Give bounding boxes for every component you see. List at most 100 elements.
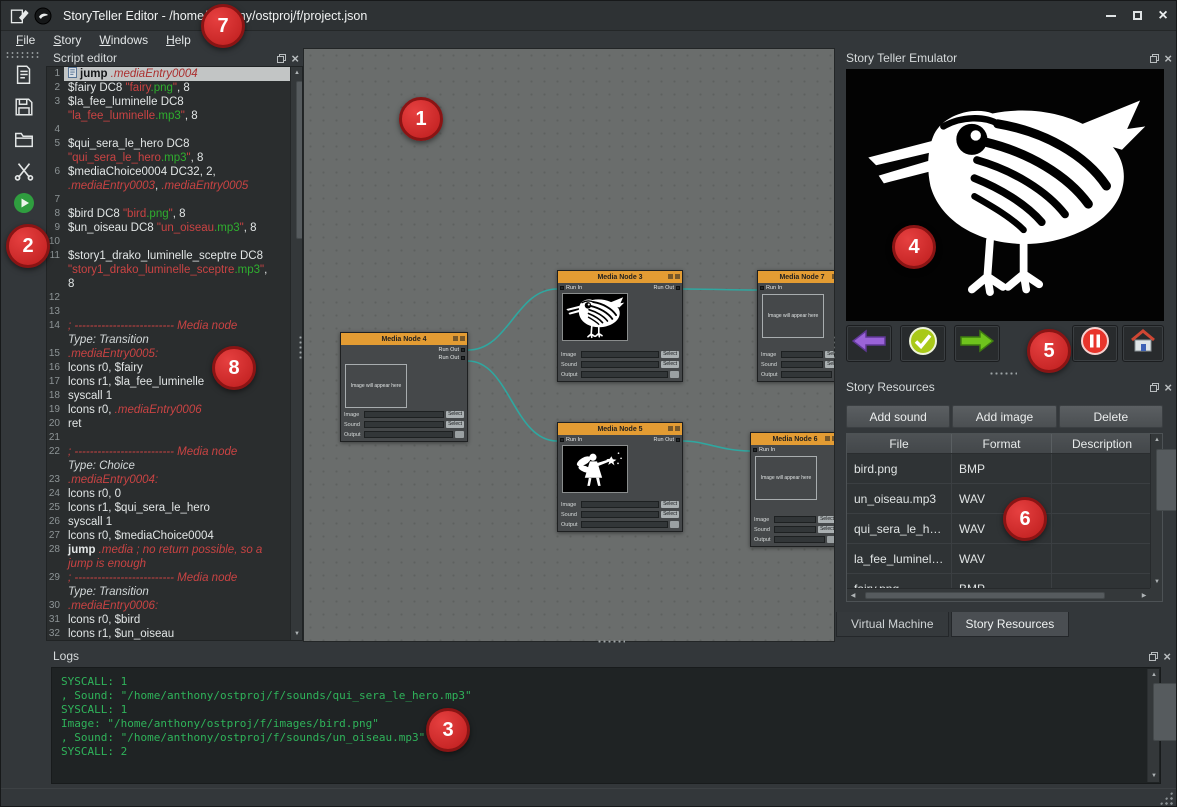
code-line[interactable]: lcons r0, $fairy — [64, 361, 302, 375]
delete-button[interactable]: Delete — [1059, 405, 1163, 428]
code-line[interactable]: lcons r1, $qui_sera_le_hero — [64, 501, 302, 515]
script-editor-undock-icon[interactable] — [277, 54, 286, 63]
scroll-left-icon[interactable]: ◀ — [847, 589, 859, 601]
table-row[interactable]: bird.pngBMP — [847, 454, 1162, 484]
table-row[interactable]: la_fee_luminelle.mp3WAV — [847, 544, 1162, 574]
code-line[interactable] — [64, 123, 302, 137]
code-line[interactable]: .mediaEntry0006: — [64, 599, 302, 613]
splitter-grip[interactable] — [989, 371, 1017, 377]
code-line[interactable]: .mediaEntry0003, .mediaEntry0005 — [64, 179, 302, 193]
emulator-undock-icon[interactable] — [1150, 54, 1159, 63]
column-header-file[interactable]: File — [847, 434, 952, 453]
node-header[interactable]: Media Node 4 — [341, 333, 467, 345]
code-line[interactable]: jump .media ; no return possible, so a — [64, 543, 302, 557]
node-select-button[interactable]: Select — [825, 361, 835, 368]
minimize-button[interactable] — [1098, 1, 1124, 30]
script-editor-panel-titlebar[interactable]: Script editor × — [53, 50, 299, 66]
node-select-button[interactable]: Select — [446, 421, 464, 428]
code-line[interactable] — [64, 235, 302, 249]
code-line[interactable]: $fairy DC8 "fairy.png", 8 — [64, 81, 302, 95]
code-line[interactable]: lcons r0, $mediaChoice0004 — [64, 529, 302, 543]
code-line[interactable]: ; -------------------------- Media node — [64, 571, 302, 585]
code-line[interactable]: Type: Transition — [64, 333, 302, 347]
menu-file[interactable]: File — [7, 31, 44, 48]
code-line[interactable]: $la_fee_luminelle DC8 — [64, 95, 302, 109]
code-line[interactable]: "qui_sera_le_hero.mp3", 8 — [64, 151, 302, 165]
toolbar-new-script-button[interactable] — [9, 63, 39, 91]
resources-undock-icon[interactable] — [1150, 383, 1159, 392]
node-header[interactable]: Media Node 5 — [558, 423, 682, 435]
code-line[interactable]: 8 — [64, 277, 302, 291]
logs-panel-titlebar[interactable]: Logs × — [53, 648, 1171, 664]
scroll-down-icon[interactable]: ▼ — [1148, 770, 1160, 782]
node-select-button[interactable]: Select — [661, 511, 679, 518]
code-area[interactable]: jump .mediaEntry0004$fairy DC8 "fairy.pn… — [64, 67, 302, 640]
logs-scrollbar[interactable]: ▲ ▼ — [1147, 669, 1159, 782]
scroll-up-icon[interactable]: ▲ — [291, 67, 303, 79]
code-line[interactable]: syscall 1 — [64, 389, 302, 403]
node-select-button[interactable]: Select — [661, 361, 679, 368]
node-select-button[interactable]: Select — [661, 501, 679, 508]
node-output-icon[interactable] — [827, 536, 835, 543]
add-image-button[interactable]: Add image — [952, 405, 1056, 428]
code-line[interactable]: syscall 1 — [64, 515, 302, 529]
code-editor[interactable]: 1234567891011121314151617181920212223242… — [46, 66, 303, 641]
column-header-format[interactable]: Format — [952, 434, 1052, 453]
tab-story-resources[interactable]: Story Resources — [951, 612, 1070, 637]
toolbar-save-button[interactable] — [9, 95, 39, 123]
port-run-in[interactable]: Run In — [760, 284, 782, 292]
code-line[interactable]: lcons r0, $bird — [64, 613, 302, 627]
node-media-node-4[interactable]: Media Node 4Run OutRun OutImage will app… — [340, 332, 468, 442]
node-media-node-6[interactable]: Media Node 6Run InImage will appear here… — [750, 432, 835, 547]
close-button[interactable]: × — [1150, 1, 1176, 30]
code-line[interactable]: "story1_drako_luminelle_sceptre.mp3", — [64, 263, 302, 277]
script-editor-close-icon[interactable]: × — [291, 52, 299, 65]
port-run-out[interactable]: Run Out — [654, 436, 680, 444]
code-line[interactable]: $un_oiseau DC8 "un_oiseau.mp3", 8 — [64, 221, 302, 235]
logs-undock-icon[interactable] — [1149, 652, 1158, 661]
scrollbar-thumb[interactable] — [1153, 683, 1177, 741]
node-select-button[interactable]: Select — [825, 351, 835, 358]
code-line[interactable]: ret — [64, 417, 302, 431]
scroll-right-icon[interactable]: ▶ — [1138, 589, 1150, 601]
toolbar-grip[interactable] — [5, 51, 41, 58]
table-horizontal-scrollbar[interactable]: ◀ ▶ — [847, 588, 1150, 601]
node-graph-canvas[interactable]: Media Node 4Run OutRun OutImage will app… — [303, 48, 835, 642]
emulator-ok-button[interactable] — [900, 325, 946, 362]
code-line[interactable]: lcons r0, 0 — [64, 487, 302, 501]
resources-close-icon[interactable]: × — [1164, 381, 1172, 394]
code-line[interactable]: $bird DC8 "bird.png", 8 — [64, 207, 302, 221]
node-media-node-3[interactable]: Media Node 3Run InRun OutImageSelectSoun… — [557, 270, 683, 382]
code-line[interactable] — [64, 291, 302, 305]
code-line[interactable]: "la_fee_luminelle.mp3", 8 — [64, 109, 302, 123]
port-run-out[interactable]: Run Out — [439, 346, 465, 354]
code-line[interactable]: lcons r1, $la_fee_luminelle — [64, 375, 302, 389]
node-media-node-7[interactable]: Media Node 7Run InImage will appear here… — [757, 270, 835, 382]
emulator-next-button[interactable] — [954, 325, 1000, 362]
node-select-button[interactable]: Select — [446, 411, 464, 418]
port-run-out[interactable]: Run Out — [654, 284, 680, 292]
scroll-up-icon[interactable]: ▲ — [1151, 434, 1163, 446]
resources-panel-titlebar[interactable]: Story Resources × — [846, 379, 1172, 395]
code-line[interactable] — [64, 431, 302, 445]
port-run-in[interactable]: Run In — [753, 446, 775, 454]
node-output-icon[interactable] — [670, 521, 679, 528]
code-line[interactable]: .mediaEntry0004: — [64, 473, 302, 487]
code-line[interactable]: jump .mediaEntry0004 — [64, 67, 302, 81]
scroll-down-icon[interactable]: ▼ — [1151, 576, 1163, 588]
menu-story[interactable]: Story — [44, 31, 90, 48]
menu-windows[interactable]: Windows — [90, 31, 157, 48]
tab-virtual-machine[interactable]: Virtual Machine — [836, 612, 949, 637]
emulator-previous-button[interactable] — [846, 325, 892, 362]
scroll-up-icon[interactable]: ▲ — [1148, 669, 1160, 681]
code-line[interactable]: lcons r1, $un_oiseau — [64, 627, 302, 640]
toolbar-run-button[interactable] — [9, 191, 39, 219]
code-line[interactable]: $story1_drako_luminelle_sceptre DC8 — [64, 249, 302, 263]
code-line[interactable]: jump is enough — [64, 557, 302, 571]
logs-close-icon[interactable]: × — [1163, 650, 1171, 663]
emulator-pause-button[interactable] — [1072, 325, 1118, 362]
code-line[interactable] — [64, 193, 302, 207]
table-vertical-scrollbar[interactable]: ▲ ▼ — [1150, 434, 1162, 590]
node-media-node-5[interactable]: Media Node 5Run InRun OutImageSelectSoun… — [557, 422, 683, 532]
column-header-description[interactable]: Description — [1052, 434, 1152, 453]
